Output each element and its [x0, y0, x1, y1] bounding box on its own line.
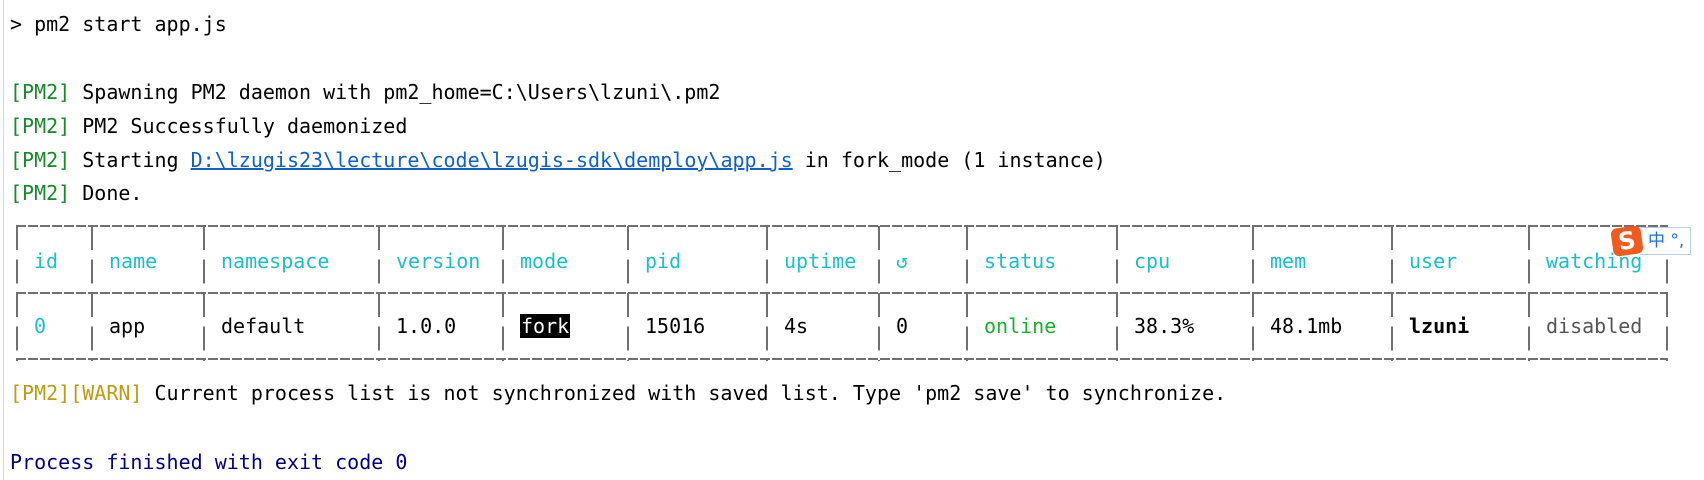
table-column-border: [878, 226, 880, 361]
table-column-border: [627, 226, 629, 361]
column-header: ↺: [896, 249, 909, 273]
table-cell: disabled: [1546, 314, 1643, 338]
table-cell-wrap: fork: [520, 309, 571, 343]
table-cell: app: [109, 314, 146, 338]
table-cell: lzuni: [1409, 314, 1470, 338]
column-header: pid: [645, 249, 682, 273]
table-cell: 38.3%: [1134, 314, 1195, 338]
table-cell: 0: [896, 314, 909, 338]
pm2-tag: [PM2]: [10, 114, 71, 138]
column-header: name: [109, 249, 158, 273]
table-column-border: [91, 226, 93, 361]
column-header: version: [396, 249, 481, 273]
table-column-border: [1391, 226, 1393, 361]
column-header: namespace: [221, 249, 330, 273]
table-cell-wrap: lzuni: [1409, 309, 1469, 343]
log-text: Spawning PM2 daemon with pm2_home=C:\Use…: [70, 80, 721, 104]
table-cell: 0: [34, 314, 47, 338]
warn-tag: [PM2][WARN]: [10, 381, 143, 405]
column-header: mem: [1270, 249, 1307, 273]
table-border-separator: [16, 292, 1668, 294]
table-cell-wrap: 38.3%: [1134, 309, 1194, 343]
log-text: Done.: [70, 181, 143, 205]
column-header: mode: [520, 249, 569, 273]
log-text: Starting: [70, 148, 191, 172]
table-cell-wrap: 4s: [784, 309, 808, 343]
warn-text: Current process list is not synchronized…: [142, 381, 1227, 405]
table-cell-wrap: online: [984, 309, 1056, 343]
log-line: [PM2] Done.: [10, 176, 142, 210]
ime-mode-label[interactable]: 中 °,: [1640, 227, 1692, 255]
table-cell-wrap: 15016: [645, 309, 705, 343]
table-cell: 15016: [645, 314, 706, 338]
table-cell-wrap: 0: [34, 309, 46, 343]
column-header: status: [984, 249, 1057, 273]
table-column-border: [16, 226, 18, 361]
log-line: [PM2] PM2 Successfully daemonized: [10, 109, 407, 143]
table-cell: online: [984, 314, 1057, 338]
file-path-link[interactable]: D:\lzugis23\lecture\code\lzugis-sdk\demp…: [191, 148, 793, 172]
column-header: cpu: [1134, 249, 1171, 273]
table-column-border: [1528, 226, 1530, 361]
table-cell-wrap: 0: [896, 309, 908, 343]
table-column-border: [1252, 226, 1254, 361]
log-text: in fork_mode (1 instance): [792, 148, 1106, 172]
table-cell: default: [221, 314, 306, 338]
log-line: [PM2] Spawning PM2 daemon with pm2_home=…: [10, 75, 720, 109]
table-cell-wrap: 48.1mb: [1270, 309, 1342, 343]
table-cell-wrap: disabled: [1546, 309, 1642, 343]
table-column-border: [502, 226, 504, 361]
column-header: user: [1409, 249, 1458, 273]
table-border-top: [16, 225, 1668, 227]
log-line: [PM2] Starting D:\lzugis23\lecture\code\…: [10, 143, 1106, 177]
column-header: uptime: [784, 249, 857, 273]
table-cell-wrap: 1.0.0: [396, 309, 456, 343]
warning-line: [PM2][WARN] Current process list is not …: [10, 376, 1226, 410]
table-cell: fork: [520, 314, 571, 338]
table-column-border: [378, 226, 380, 361]
table-cell: 1.0.0: [396, 314, 457, 338]
ime-toolbar[interactable]: S 中 °,: [1610, 225, 1692, 257]
table-border-bottom: [16, 358, 1668, 360]
pm2-tag: [PM2]: [10, 80, 71, 104]
editor-gutter: [3, 0, 4, 480]
table-column-border: [203, 226, 205, 361]
table-cell: 4s: [784, 314, 809, 338]
pm2-tag: [PM2]: [10, 181, 71, 205]
pm2-tag: [PM2]: [10, 148, 71, 172]
log-text: PM2 Successfully daemonized: [70, 114, 408, 138]
table-cell-wrap: default: [221, 309, 305, 343]
exit-message: Process finished with exit code 0: [10, 450, 408, 474]
table-column-border: [766, 226, 768, 361]
table-cell: 48.1mb: [1270, 314, 1343, 338]
table-column-border: [1116, 226, 1118, 361]
table-cell-wrap: app: [109, 309, 145, 343]
table-column-border: [966, 226, 968, 361]
column-header: id: [34, 249, 59, 273]
sogou-logo-icon: S: [1610, 225, 1644, 257]
command-line: > pm2 start app.js: [10, 12, 227, 36]
